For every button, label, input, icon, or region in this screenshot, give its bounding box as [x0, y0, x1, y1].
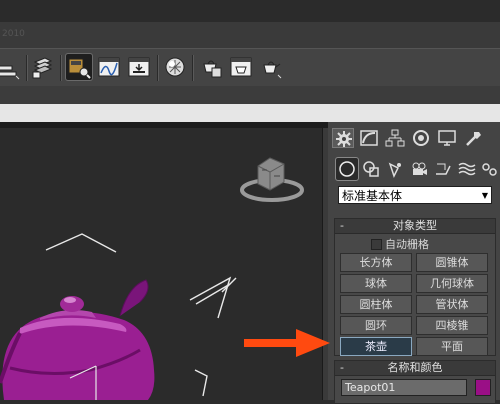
name-color-header[interactable]: - 名称和颜色 — [335, 361, 495, 376]
material-editor-icon[interactable] — [162, 54, 188, 80]
systems-icon[interactable] — [478, 158, 500, 180]
menu-strip: 2010 — [0, 22, 500, 49]
cylinder-button[interactable]: 圆柱体 — [340, 295, 412, 314]
category-dropdown[interactable]: 标准基本体 ▼ — [338, 186, 492, 204]
category-dropdown-value: 标准基本体 — [342, 189, 403, 203]
object-color-swatch[interactable] — [475, 379, 491, 396]
tube-button[interactable]: 管状体 — [416, 295, 488, 314]
lights-icon[interactable] — [384, 158, 406, 180]
teapot-button[interactable]: 茶壶 — [340, 337, 412, 356]
render-teapot-icon[interactable] — [258, 54, 284, 80]
pyramid-button[interactable]: 四棱锥 — [416, 316, 488, 335]
plane-button[interactable]: 平面 — [416, 337, 488, 356]
align-icon[interactable] — [0, 54, 22, 80]
cameras-icon[interactable] — [408, 158, 430, 180]
toolbar-separator — [26, 55, 28, 81]
main-toolbar — [0, 48, 500, 88]
object-name-field[interactable]: Teapot01 — [341, 379, 467, 396]
hierarchy-tab-icon[interactable] — [384, 128, 406, 148]
toolbar-separator — [157, 55, 159, 81]
toolbar-separator — [60, 55, 62, 81]
torus-button[interactable]: 圆环 — [340, 316, 412, 335]
curve-editor-icon[interactable] — [96, 54, 122, 80]
layer-manager-icon[interactable] — [30, 54, 56, 80]
shapes-icon[interactable] — [360, 158, 382, 180]
scene-explorer-icon[interactable] — [65, 53, 93, 81]
teapot-object[interactable] — [0, 279, 155, 400]
schematic-view-icon[interactable] — [126, 54, 152, 80]
sphere-button[interactable]: 球体 — [340, 274, 412, 293]
create-tab-icon[interactable] — [332, 128, 354, 148]
title-faint-text: 2010 — [2, 29, 25, 39]
ribbon-gap — [0, 86, 500, 104]
cone-button[interactable]: 圆锥体 — [416, 253, 488, 272]
display-tab-icon[interactable] — [436, 128, 458, 148]
box-button[interactable]: 长方体 — [340, 253, 412, 272]
helpers-icon[interactable] — [432, 158, 454, 180]
geosphere-button[interactable]: 几何球体 — [416, 274, 488, 293]
object-type-header[interactable]: - 对象类型 — [335, 219, 495, 234]
name-color-title: 名称和颜色 — [387, 361, 443, 374]
render-setup-icon[interactable] — [198, 54, 224, 80]
toolbar-separator — [192, 55, 194, 81]
ribbon-bar — [0, 104, 500, 122]
modify-tab-icon[interactable] — [358, 128, 380, 148]
autogrid-checkbox[interactable] — [371, 239, 382, 250]
collapse-toggle[interactable]: - — [340, 361, 344, 375]
space-warps-icon[interactable] — [456, 158, 478, 180]
command-panel: 标准基本体 ▼ - 对象类型 自动栅格 长方体 圆锥体 球体 几何球体 圆柱体 … — [328, 122, 500, 404]
name-color-rollout: - 名称和颜色 Teapot01 — [334, 360, 496, 404]
title-bar — [0, 0, 500, 22]
perspective-viewport[interactable] — [0, 128, 322, 400]
geometry-icon[interactable] — [335, 157, 359, 181]
rendered-frame-window-icon[interactable] — [228, 54, 254, 80]
object-type-title: 对象类型 — [393, 219, 437, 232]
utilities-tab-icon[interactable] — [462, 128, 484, 148]
autogrid-label: 自动栅格 — [385, 238, 429, 251]
object-type-rollout: - 对象类型 自动栅格 长方体 圆锥体 球体 几何球体 圆柱体 管状体 圆环 四… — [334, 218, 496, 356]
annotation-arrow-icon — [244, 329, 330, 357]
motion-tab-icon[interactable] — [410, 128, 432, 148]
dropdown-arrow-icon[interactable]: ▼ — [482, 187, 488, 205]
viewcube-icon[interactable] — [240, 157, 304, 202]
collapse-toggle[interactable]: - — [340, 219, 344, 233]
